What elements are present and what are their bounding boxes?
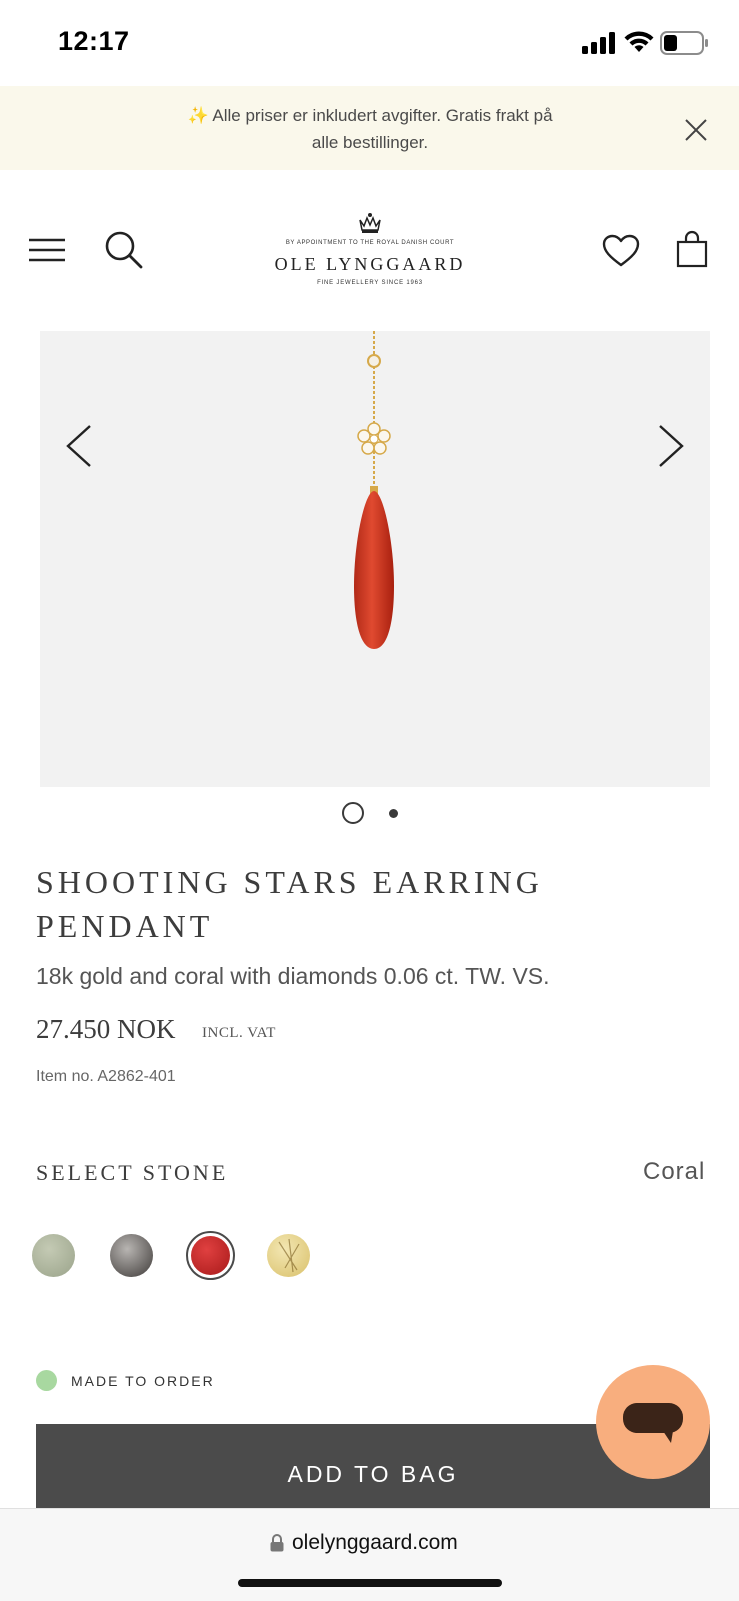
menu-icon[interactable] [28,238,66,262]
previous-image-chevron-icon[interactable] [64,424,94,468]
selected-stone-name: Coral [643,1158,706,1185]
brand-logo[interactable]: BY APPOINTMENT TO THE ROYAL DANISH COURT… [265,210,475,290]
logo-tagline-top: BY APPOINTMENT TO THE ROYAL DANISH COURT [285,240,455,246]
lock-icon [270,1534,284,1552]
price-vat-note: INCL. VAT [202,1025,276,1041]
status-time: 12:17 [58,26,130,56]
wishlist-heart-icon[interactable] [602,234,640,268]
select-stone-label: SELECT STONE [36,1160,229,1185]
stone-swatch-coral[interactable] [191,1236,230,1275]
item-number: Item no. A2862-401 [36,1068,176,1085]
product-description: 18k gold and coral with diamonds 0.06 ct… [36,963,550,989]
stone-swatch-rutilated-quartz[interactable] [267,1234,310,1277]
url-text: olelynggaard.com [292,1531,458,1554]
logo-wordmark: OLE LYNGGAARD [274,254,466,274]
close-icon[interactable] [684,118,708,142]
chat-bubble-icon [623,1403,683,1443]
product-image [354,331,394,649]
stone-swatch-grey[interactable] [110,1234,153,1277]
home-indicator[interactable] [238,1579,502,1587]
next-image-chevron-icon[interactable] [656,424,686,468]
product-image-gallery[interactable] [40,331,710,787]
gallery-dot[interactable] [389,809,398,818]
gallery-dot-active[interactable] [342,802,364,824]
banner-text: ✨ Alle priser er inkludert avgifter. Gra… [187,106,553,152]
availability-status-dot [36,1370,57,1391]
battery-icon [660,31,708,55]
logo-tagline-bottom: FINE JEWELLERY SINCE 1963 [317,280,423,286]
product-price: 27.450 NOK [36,1014,176,1044]
crown-icon [359,213,381,233]
stone-swatch-green[interactable] [32,1234,75,1277]
product-title: SHOOTING STARS EARRING PENDANT [36,864,543,944]
cellular-signal-icon [582,32,615,54]
chat-button[interactable] [596,1365,710,1479]
availability-text: MADE TO ORDER [71,1373,215,1389]
wifi-icon [624,31,654,52]
shopping-bag-icon[interactable] [676,230,708,268]
swatch-texture [278,1238,300,1273]
search-icon[interactable] [104,230,144,270]
